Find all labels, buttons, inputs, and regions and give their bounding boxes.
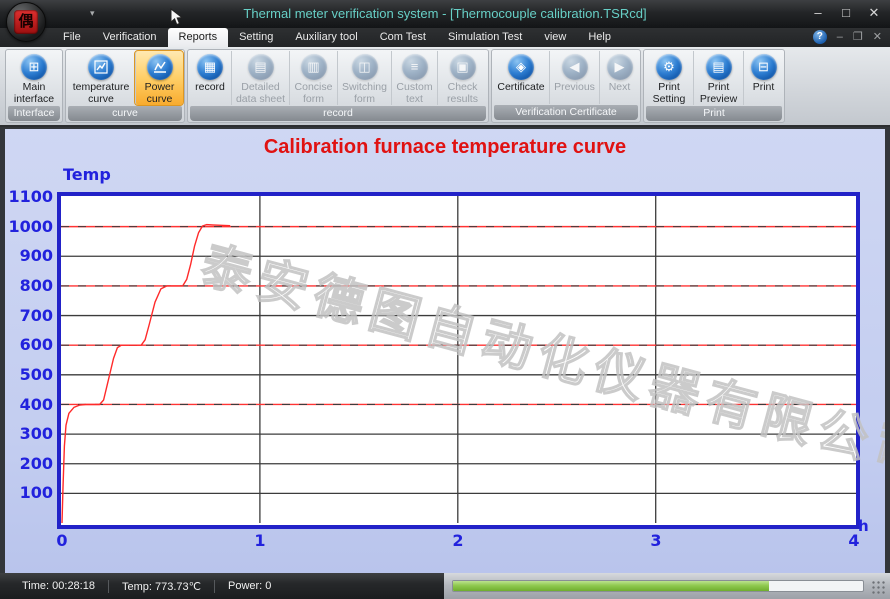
- switching-form-button[interactable]: ◫ Switching form: [337, 51, 391, 105]
- printer-icon: ⊟: [751, 54, 777, 80]
- mdi-close-button[interactable]: ✕: [873, 30, 882, 44]
- temperature-plot: [5, 129, 885, 573]
- gear-icon: ⚙: [656, 54, 682, 80]
- record-button[interactable]: ▦ record: [189, 51, 231, 105]
- detailed-data-sheet-button[interactable]: ▤ Detailed data sheet: [231, 51, 289, 105]
- y-axis-title: Temp: [63, 165, 111, 184]
- ribbon-group-verification-certificate: ◈ Certificate ◀ Previous ▶ Next Verifica…: [491, 49, 641, 123]
- next-button[interactable]: ▶ Next: [599, 51, 639, 104]
- status-bar: Time: 00:28:18 Temp: 773.73℃ Power: 0: [0, 573, 890, 599]
- print-preview-button[interactable]: ▤ Print Preview: [693, 51, 743, 105]
- status-temp: Temp: 773.73℃: [122, 580, 201, 593]
- check-results-button[interactable]: ▣ Check results: [437, 51, 487, 105]
- data-sheet-icon: ▤: [248, 54, 274, 80]
- power-curve-button[interactable]: Power curve: [135, 51, 183, 105]
- group-caption-interface: Interface: [8, 106, 60, 121]
- y-tick-1000: 1000: [5, 217, 53, 237]
- progress-bar: [452, 580, 864, 592]
- y-tick-600: 600: [5, 335, 53, 355]
- tab-file[interactable]: File: [52, 28, 92, 47]
- tab-auxiliary-tool[interactable]: Auxiliary tool: [284, 28, 368, 47]
- y-tick-800: 800: [5, 276, 53, 296]
- mdi-minimize-button[interactable]: –: [837, 30, 843, 44]
- ribbon: ⊞ Main interface Interface temperature c…: [0, 47, 890, 127]
- group-caption-record: record: [190, 106, 486, 121]
- group-caption-verification-certificate: Verification Certificate: [494, 105, 638, 120]
- group-caption-print: Print: [646, 106, 782, 121]
- certificate-icon: ◈: [508, 54, 534, 80]
- tab-setting[interactable]: Setting: [228, 28, 284, 47]
- temperature-curve-button[interactable]: temperature curve: [67, 51, 135, 105]
- tab-help[interactable]: Help: [577, 28, 622, 47]
- window-title: Thermal meter verification system - [The…: [0, 6, 890, 21]
- tab-verification[interactable]: Verification: [92, 28, 168, 47]
- custom-text-icon: ≡: [402, 54, 428, 80]
- x-tick-1: 1: [238, 531, 282, 550]
- previous-icon: ◀: [562, 54, 588, 80]
- y-tick-100: 100: [5, 483, 53, 503]
- y-tick-900: 900: [5, 246, 53, 266]
- power-curve-icon: [147, 54, 173, 80]
- print-button[interactable]: ⊟ Print: [743, 51, 783, 105]
- y-tick-1100: 1100: [5, 187, 53, 207]
- status-power: Power: 0: [228, 580, 271, 592]
- x-tick-0: 0: [40, 531, 84, 550]
- tab-view[interactable]: view: [533, 28, 577, 47]
- main-interface-button[interactable]: ⊞ Main interface: [7, 51, 61, 105]
- maximize-button[interactable]: □: [838, 5, 854, 21]
- plot-background: [61, 196, 856, 525]
- x-tick-2: 2: [436, 531, 480, 550]
- concise-form-button[interactable]: ▥ Concise form: [289, 51, 337, 105]
- certificate-button[interactable]: ◈ Certificate: [493, 51, 549, 104]
- tab-reports[interactable]: Reports: [168, 28, 229, 47]
- temperature-curve-icon: [88, 54, 114, 80]
- ribbon-group-interface: ⊞ Main interface Interface: [5, 49, 63, 123]
- print-setting-button[interactable]: ⚙ Print Setting: [645, 51, 693, 105]
- y-tick-700: 700: [5, 306, 53, 326]
- app-logo-glyph: 偶: [14, 10, 38, 34]
- concise-form-icon: ▥: [301, 54, 327, 80]
- check-results-icon: ▣: [450, 54, 476, 80]
- status-progress-panel: [444, 573, 890, 599]
- menu-bar: File Verification Reports Setting Auxili…: [0, 28, 890, 47]
- chart-area: Calibration furnace temperature curve Te…: [5, 129, 885, 573]
- resize-grip-icon[interactable]: [872, 581, 886, 595]
- app-window: 偶 ▾ Thermal meter verification system - …: [0, 0, 890, 599]
- progress-fill: [453, 581, 769, 591]
- x-tick-3: 3: [634, 531, 678, 550]
- help-icon[interactable]: ?: [813, 30, 827, 44]
- app-logo-icon[interactable]: 偶: [6, 2, 46, 42]
- windows-icon: ⊞: [21, 54, 47, 80]
- ribbon-group-print: ⚙ Print Setting ▤ Print Preview ⊟ Print …: [643, 49, 785, 123]
- tab-simulation-test[interactable]: Simulation Test: [437, 28, 533, 47]
- close-button[interactable]: ✕: [866, 5, 882, 21]
- next-icon: ▶: [607, 54, 633, 80]
- y-tick-400: 400: [5, 395, 53, 415]
- chart-title: Calibration furnace temperature curve: [5, 136, 885, 159]
- status-fields: Time: 00:28:18 Temp: 773.73℃ Power: 0: [0, 573, 444, 599]
- previous-button[interactable]: ◀ Previous: [549, 51, 599, 104]
- print-preview-icon: ▤: [706, 54, 732, 80]
- status-time: Time: 00:28:18: [22, 580, 95, 592]
- y-tick-500: 500: [5, 365, 53, 385]
- tab-com-test[interactable]: Com Test: [369, 28, 437, 47]
- group-caption-curve: curve: [68, 106, 182, 121]
- mdi-restore-button[interactable]: ❐: [853, 30, 863, 44]
- calendar-icon: ▦: [197, 54, 223, 80]
- y-tick-200: 200: [5, 454, 53, 474]
- x-tick-4: 4: [832, 531, 876, 550]
- switching-form-icon: ◫: [352, 54, 378, 80]
- ribbon-group-curve: temperature curve Power curve curve: [65, 49, 185, 123]
- titlebar: 偶 ▾ Thermal meter verification system - …: [0, 0, 890, 28]
- minimize-button[interactable]: –: [810, 5, 826, 21]
- y-tick-300: 300: [5, 424, 53, 444]
- custom-text-button[interactable]: ≡ Custom text: [391, 51, 437, 105]
- status-separator: [108, 580, 109, 593]
- status-separator: [214, 580, 215, 593]
- ribbon-group-record: ▦ record ▤ Detailed data sheet ▥ Concise…: [187, 49, 489, 123]
